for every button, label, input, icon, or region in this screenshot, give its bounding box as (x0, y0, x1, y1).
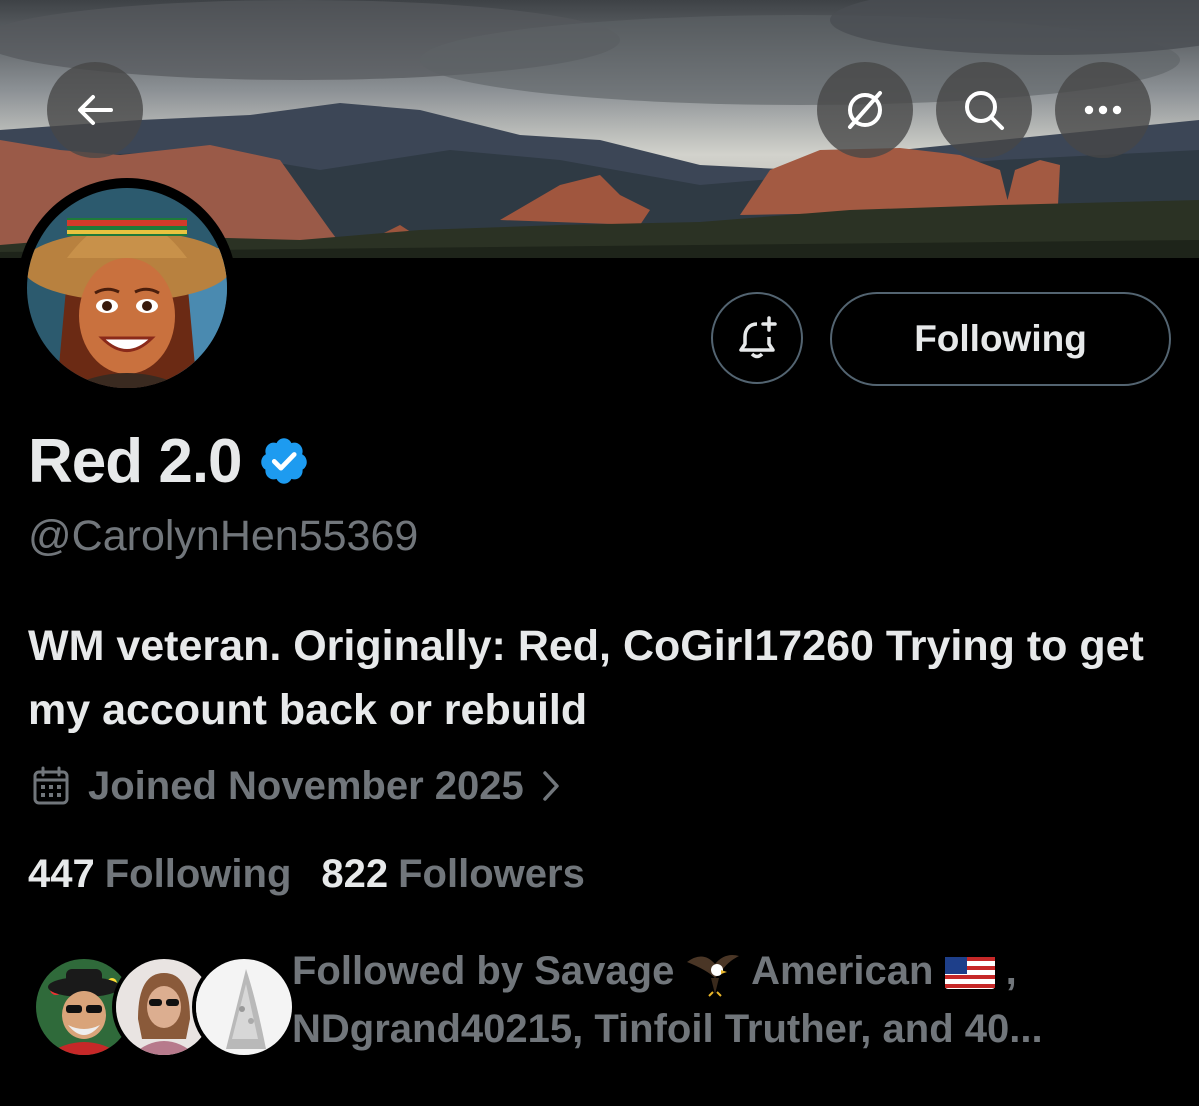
back-button[interactable] (47, 62, 143, 158)
followers-count-link[interactable]: 822 Followers (321, 852, 584, 897)
grok-icon (845, 91, 882, 129)
calendar-icon (33, 766, 69, 805)
more-options-button[interactable] (1055, 62, 1151, 158)
us-flag-emoji-icon (944, 957, 995, 990)
followed-by-avatars[interactable] (32, 955, 296, 1059)
followed-by-prefix: Followed by Savage (292, 949, 675, 993)
verified-badge-icon[interactable] (258, 435, 310, 487)
eagle-emoji-icon (687, 955, 740, 998)
profile-handle: @CarolynHen55369 (28, 512, 419, 560)
more-horizontal-icon (1084, 105, 1122, 115)
followed-by-text[interactable]: Followed by Savage American , NDgrand402… (292, 942, 1172, 1058)
profile-name-row: Red 2.0 (28, 425, 310, 497)
grok-button[interactable] (817, 62, 913, 158)
display-name: Red 2.0 (28, 426, 243, 496)
following-button[interactable]: Following (830, 292, 1171, 386)
profile-bio: WM veteran. Originally: Red, CoGirl17260… (28, 622, 1144, 734)
followers-label: Followers (398, 851, 585, 896)
joined-date-text: Joined November 2025 (88, 763, 524, 808)
following-label: Following (104, 851, 292, 896)
chevron-right-icon (543, 771, 559, 801)
avatar-cartoon-image (27, 188, 227, 388)
followers-count: 822 (321, 851, 389, 896)
joined-date-row[interactable]: Joined November 2025 (32, 758, 564, 814)
followed-by-name1: American (751, 949, 934, 993)
search-button[interactable] (936, 62, 1032, 158)
follower-avatar-3 (192, 955, 296, 1059)
follow-counts: 447 Following 822 Followers (28, 846, 585, 902)
profile-avatar[interactable] (17, 178, 237, 398)
notifications-bell-button[interactable] (711, 292, 803, 384)
arrow-left-icon (78, 95, 113, 125)
bell-plus-icon (739, 316, 777, 359)
followed-by-line2: NDgrand40215, Tinfoil Truther, and 40... (292, 1007, 1043, 1051)
followed-by-comma: , (1005, 949, 1017, 993)
search-icon (965, 91, 1004, 130)
following-count-link[interactable]: 447 Following (28, 852, 291, 897)
following-count: 447 (28, 851, 95, 896)
